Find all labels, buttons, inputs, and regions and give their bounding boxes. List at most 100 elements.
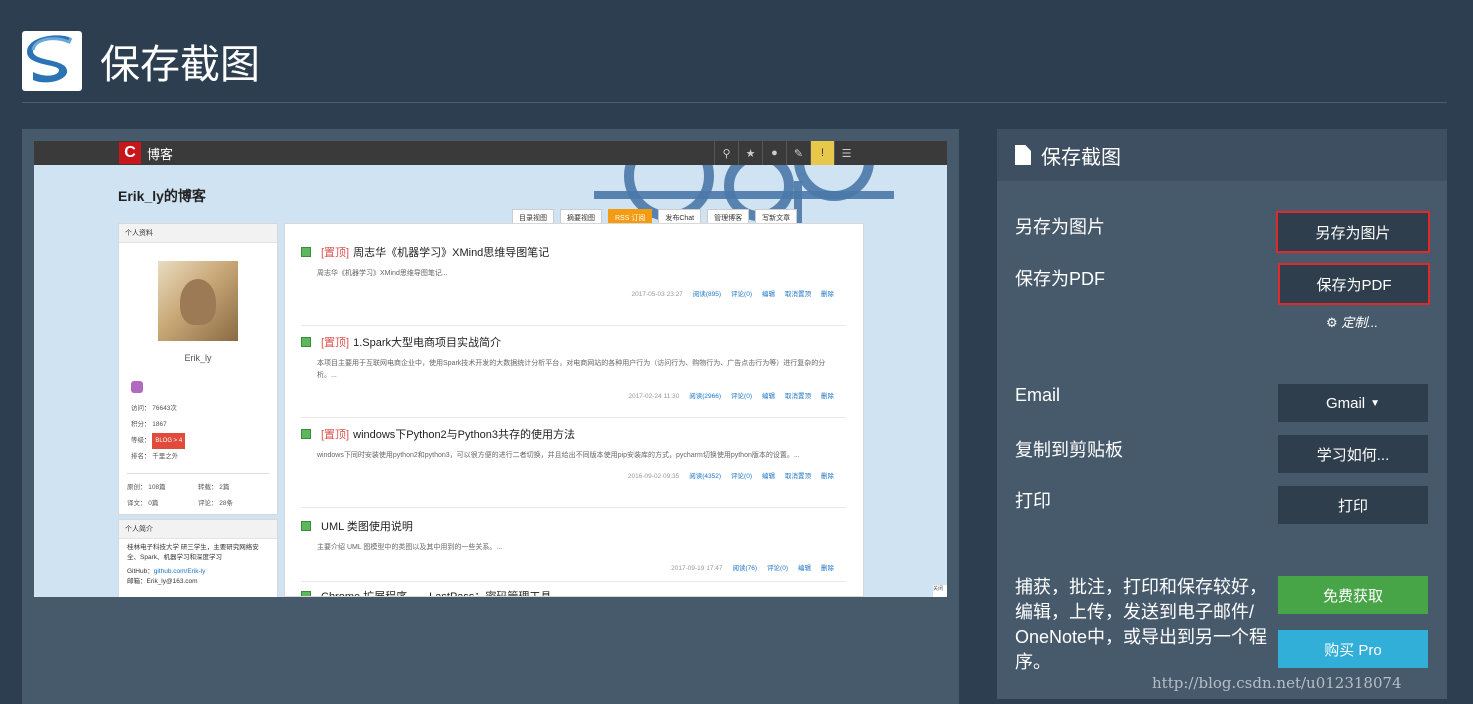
post-edit[interactable]: 编辑 — [762, 393, 775, 400]
gear-icon: ⚙ — [1326, 315, 1338, 330]
list-item: Chrome 扩展程序——LastPass：密码管理工具 — [301, 588, 846, 596]
pinned-tag: [置顶] — [321, 429, 350, 441]
free-download-button[interactable]: 免费获取 — [1278, 576, 1428, 614]
github-label: GitHub： — [127, 568, 154, 575]
post-comments[interactable]: 评论(0) — [767, 565, 788, 572]
list-item: UML 类图使用说明 主要介绍 UML 图模型中的类图以及其中用到的一些关系。.… — [301, 518, 846, 582]
article-icon — [301, 521, 311, 531]
post-reads: 阅读(895) — [692, 291, 722, 298]
post-delete[interactable]: 删除 — [821, 565, 834, 572]
learn-how-button[interactable]: 学习如何... — [1278, 435, 1428, 473]
stat-points: 积分： 1867 — [131, 421, 167, 428]
blog-navbar: C 博客 ⚲ ★ ● ✎ ! ☰ — [34, 141, 947, 165]
post-title[interactable]: windows下Python2与Python3共存的使用方法 — [353, 426, 575, 442]
post-comments[interactable]: 评论(0) — [731, 291, 752, 298]
blog-brand: 博客 — [147, 146, 174, 162]
list-item: [置顶] windows下Python2与Python3共存的使用方法 windo… — [301, 426, 846, 508]
screenshot-preview[interactable]: C 博客 ⚲ ★ ● ✎ ! ☰ Erik_ly的博客 目录视图 摘要视图 RS… — [34, 141, 947, 597]
blog-title: Erik_ly的博客 — [118, 188, 206, 204]
medal-icon — [131, 381, 143, 393]
post-meta: 2017-05-03 23:27 阅读(895) 评论(0) 编辑 取消置顶 删除 — [301, 288, 846, 298]
level-label: 等级： — [131, 437, 151, 444]
post-reads: 阅读(2966) — [689, 393, 722, 400]
post-title[interactable]: Chrome 扩展程序——LastPass：密码管理工具 — [321, 588, 551, 596]
post-meta: 2016-09-02 09:35 阅读(4352) 评论(0) 编辑 取消置顶 删除 — [301, 470, 846, 480]
username: Erik_ly — [184, 353, 212, 363]
post-date: 2016-09-02 09:35 — [627, 473, 680, 480]
stat-rank: 排名： 千里之外 — [131, 453, 179, 460]
info-icon[interactable]: ! — [810, 141, 834, 165]
gmail-dropdown-button[interactable]: Gmail ▼ — [1278, 384, 1428, 422]
github-link[interactable]: github.com/Erik-ly — [154, 568, 206, 575]
post-date: 2017-09-19 17:47 — [671, 565, 723, 572]
post-date: 2017-05-03 23:27 — [631, 291, 683, 298]
customize-label: 定制... — [1341, 315, 1379, 330]
post-unpin[interactable]: 取消置顶 — [785, 393, 811, 400]
stat-visits: 访问： 76643次 — [131, 405, 177, 412]
chevron-down-icon: ▼ — [1370, 397, 1381, 409]
post-excerpt: windows下同时安装使用python2和python3，可以很方便的进行二者… — [317, 452, 800, 459]
article-icon — [301, 429, 311, 439]
decor-pipe — [594, 191, 894, 199]
stat-comments: 评论： 28条 — [198, 500, 234, 507]
pinned-tag: [置顶] — [321, 247, 350, 259]
post-title[interactable]: 1.Spark大型电商项目实战简介 — [353, 334, 501, 350]
post-edit[interactable]: 编辑 — [762, 291, 775, 298]
customize-link[interactable]: ⚙ 定制... — [1326, 312, 1378, 331]
post-comments[interactable]: 评论(0) — [731, 473, 752, 480]
post-meta: 2017-09-19 17:47 阅读(76) 评论(0) 编辑 删除 — [301, 562, 846, 572]
post-reads: 阅读(4352) — [689, 473, 722, 480]
profile-card: 个人资料 Erik_ly 访问： 76643次 积分： 1867 等级： BLO… — [118, 223, 278, 515]
clipboard-label: 复制到剪贴板 — [1015, 440, 1123, 460]
stat-original: 原创： 108篇 — [127, 484, 166, 491]
promo-text: 捕获，批注，打印和保存较好，编辑，上传，发送到电子邮件/ OneNote中，或导… — [1015, 577, 1268, 672]
intro-card: 个人简介 桂林电子科技大学 研三学生，主要研究网络安全、Spark、机器学习和深… — [118, 519, 278, 597]
pinned-tag: [置顶] — [321, 337, 350, 349]
post-comments[interactable]: 评论(0) — [731, 393, 752, 400]
csdn-logo-icon: C — [119, 142, 141, 164]
level-badge: BLOG > 4 — [152, 433, 186, 449]
stat-level: 等级： BLOG > 4 — [131, 433, 277, 449]
star-icon[interactable]: ★ — [738, 141, 762, 165]
post-reads: 阅读(76) — [732, 565, 758, 572]
avatar — [158, 261, 238, 341]
post-delete[interactable]: 删除 — [821, 291, 834, 298]
save-image-label: 另存为图片 — [1015, 217, 1105, 237]
post-delete[interactable]: 删除 — [821, 393, 834, 400]
buy-pro-button[interactable]: 购买 Pro — [1278, 630, 1428, 668]
options-panel: 保存截图 另存为图片 另存为图片 保存为PDF 保存为PDF ⚙ 定制... E… — [997, 129, 1447, 699]
post-delete[interactable]: 删除 — [821, 473, 834, 480]
intro-header: 个人简介 — [119, 520, 277, 539]
menu-icon[interactable]: ☰ — [834, 141, 858, 165]
edit-icon[interactable]: ✎ — [786, 141, 810, 165]
options-title: 保存截图 — [1041, 146, 1121, 169]
stat-reprint: 转载： 2篇 — [198, 484, 230, 491]
article-icon — [301, 247, 311, 257]
search-icon[interactable]: ⚲ — [714, 141, 738, 165]
document-icon — [1015, 145, 1031, 165]
post-title[interactable]: UML 类图使用说明 — [321, 518, 413, 534]
header-divider — [22, 102, 1447, 103]
post-unpin[interactable]: 取消置顶 — [785, 291, 811, 298]
email-label: Email — [1015, 385, 1061, 405]
post-meta: 2017-02-24 11:30 阅读(2966) 评论(0) 编辑 取消置顶 删除 — [301, 390, 846, 400]
list-item: [置顶] 1.Spark大型电商项目实战简介 本项目主要用于互联网电商企业中，使用… — [301, 334, 846, 418]
print-button[interactable]: 打印 — [1278, 486, 1428, 524]
post-edit[interactable]: 编辑 — [798, 565, 811, 572]
github-line: GitHub：github.com/Erik-ly — [119, 563, 277, 577]
print-label: 打印 — [1015, 491, 1051, 511]
save-image-button[interactable]: 另存为图片 — [1276, 211, 1430, 253]
gmail-label: Gmail — [1325, 394, 1366, 412]
post-unpin[interactable]: 取消置顶 — [785, 473, 811, 480]
email-line: 邮箱：Erik_ly@163.com — [127, 578, 198, 585]
app-logo-icon — [22, 31, 82, 91]
watermark: http://blog.csdn.net/u012318074 — [1152, 674, 1402, 692]
bell-icon[interactable]: ● — [762, 141, 786, 165]
close-corner[interactable]: 关闭 — [933, 585, 947, 597]
profile-header: 个人资料 — [119, 224, 277, 243]
post-title[interactable]: 周志华《机器学习》XMind思维导图笔记 — [353, 244, 549, 260]
post-counts: 原创： 108篇 转载： 2篇 译文： 0篇 评论： 28条 — [127, 473, 269, 512]
save-pdf-label: 保存为PDF — [1015, 269, 1105, 289]
save-pdf-button[interactable]: 保存为PDF — [1278, 263, 1430, 305]
post-edit[interactable]: 编辑 — [762, 473, 775, 480]
